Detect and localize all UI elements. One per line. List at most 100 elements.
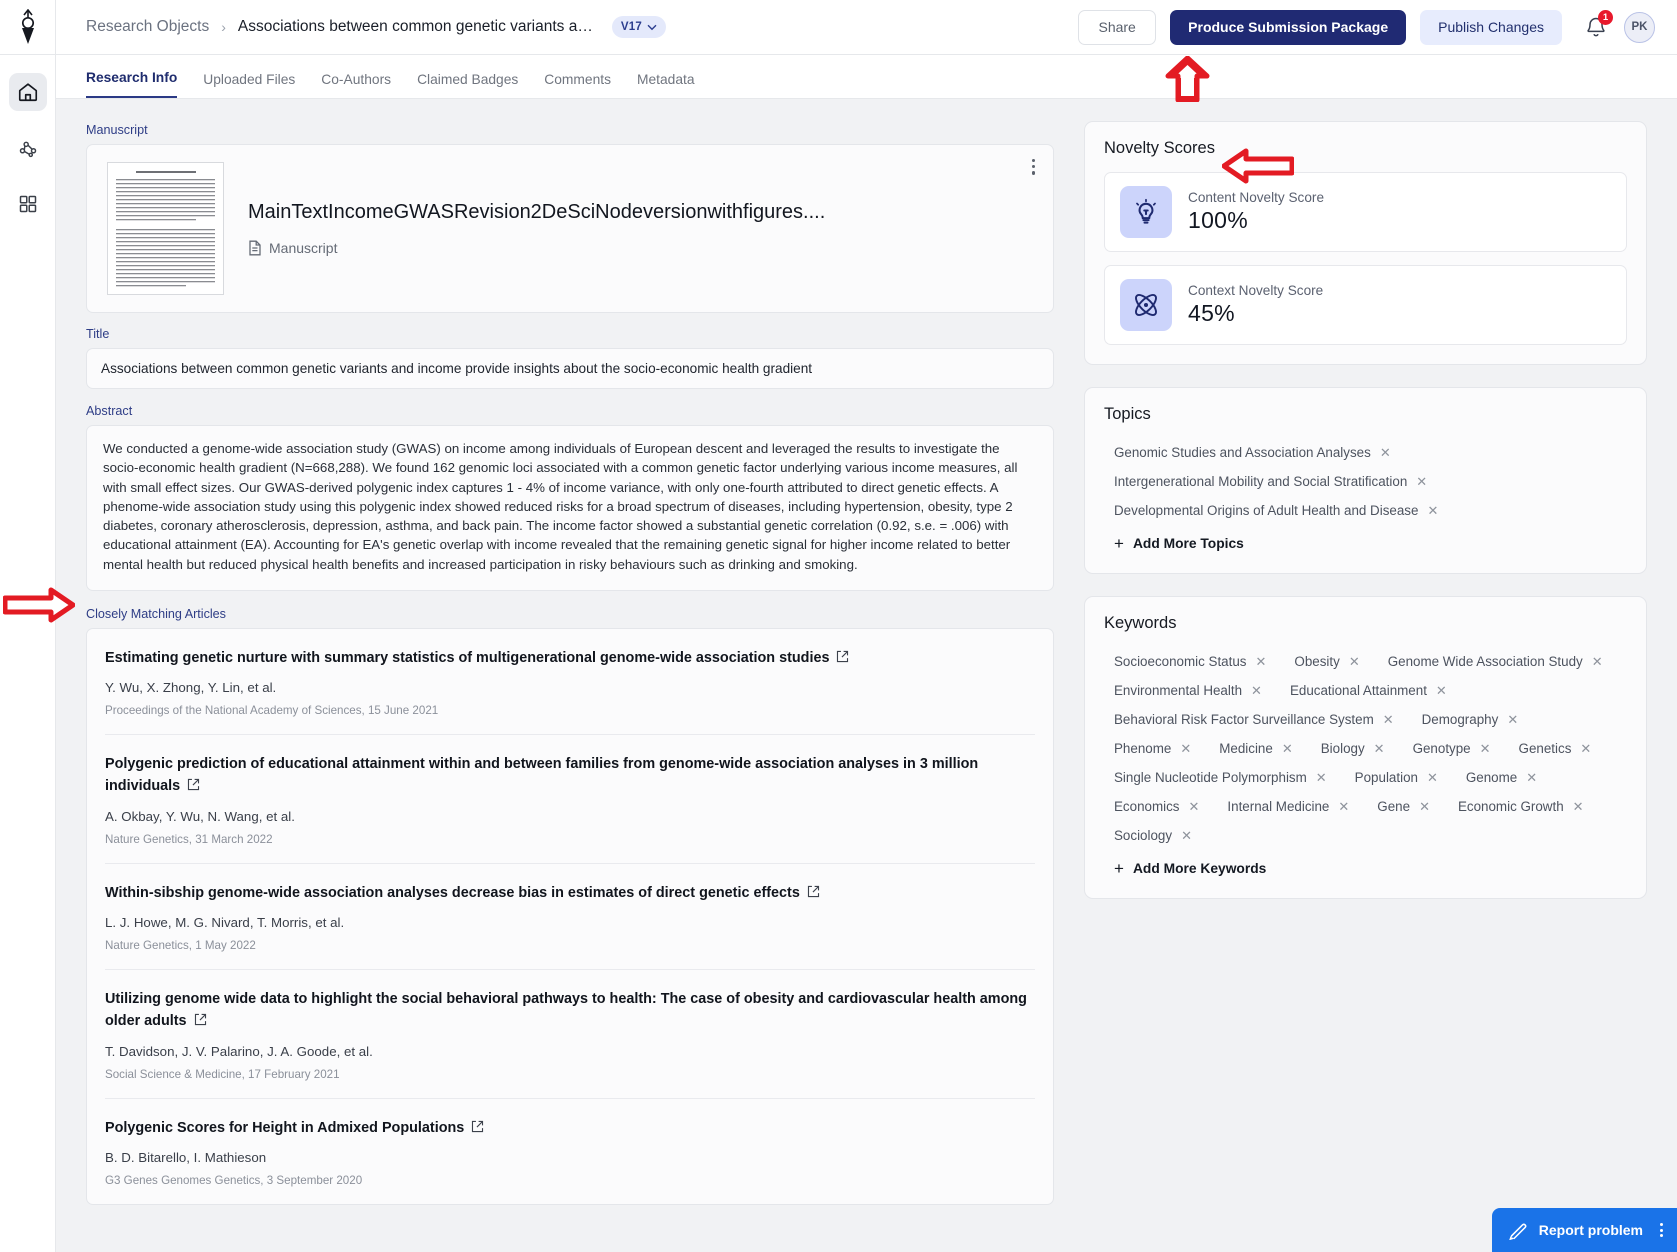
keyword-chip[interactable]: Biology ✕: [1311, 734, 1395, 763]
more-options-icon[interactable]: [1660, 1222, 1663, 1238]
article-source: Nature Genetics, 31 March 2022: [105, 832, 273, 846]
avatar[interactable]: PK: [1624, 11, 1655, 43]
remove-icon[interactable]: ✕: [1416, 475, 1427, 488]
keyword-chip[interactable]: Population ✕: [1345, 763, 1448, 792]
article-title[interactable]: Within-sibship genome-wide association a…: [105, 885, 800, 901]
article-title[interactable]: Polygenic Scores for Height in Admixed P…: [105, 1120, 464, 1136]
abstract-field[interactable]: We conducted a genome-wide association s…: [86, 425, 1054, 591]
topic-chip[interactable]: Intergenerational Mobility and Social St…: [1104, 467, 1437, 496]
keyword-chip[interactable]: Genetics ✕: [1509, 734, 1602, 763]
remove-icon[interactable]: ✕: [1480, 742, 1491, 755]
research-info-column: Manuscript MainTextIncomeGWASRevision2De…: [86, 121, 1054, 1252]
topic-label: Intergenerational Mobility and Social St…: [1114, 474, 1408, 489]
remove-icon[interactable]: ✕: [1316, 771, 1327, 784]
article-title[interactable]: Polygenic prediction of educational atta…: [105, 756, 978, 794]
list-item[interactable]: Polygenic prediction of educational atta…: [105, 735, 1035, 864]
notifications-button[interactable]: 1: [1584, 10, 1613, 39]
keyword-chip[interactable]: Single Nucleotide Polymorphism ✕: [1104, 763, 1337, 792]
remove-icon[interactable]: ✕: [1374, 742, 1385, 755]
keyword-chip[interactable]: Educational Attainment ✕: [1280, 676, 1457, 705]
list-item[interactable]: Utilizing genome wide data to highlight …: [105, 970, 1035, 1099]
keyword-chip[interactable]: Economics ✕: [1104, 792, 1209, 821]
keyword-label: Obesity: [1294, 654, 1340, 669]
manuscript-card[interactable]: MainTextIncomeGWASRevision2DeSciNodevers…: [86, 144, 1054, 313]
remove-icon[interactable]: ✕: [1380, 446, 1391, 459]
external-link-icon[interactable]: [194, 1013, 207, 1031]
keyword-chip[interactable]: Genome ✕: [1456, 763, 1547, 792]
tab-uploaded-files[interactable]: Uploaded Files: [203, 72, 295, 98]
manuscript-more-options-icon[interactable]: [1031, 159, 1035, 175]
topic-chip[interactable]: Developmental Origins of Adult Health an…: [1104, 496, 1448, 525]
remove-icon[interactable]: ✕: [1338, 800, 1349, 813]
tab-research-info[interactable]: Research Info: [86, 70, 178, 98]
publish-changes-button[interactable]: Publish Changes: [1420, 9, 1562, 45]
version-selector[interactable]: V17: [611, 16, 666, 38]
keyword-label: Genetics: [1518, 741, 1572, 756]
keyword-chip[interactable]: Internal Medicine ✕: [1217, 792, 1359, 821]
remove-icon[interactable]: ✕: [1256, 655, 1267, 668]
sidebar-item-nodes[interactable]: [9, 129, 47, 167]
remove-icon[interactable]: ✕: [1282, 742, 1293, 755]
remove-icon[interactable]: ✕: [1427, 504, 1438, 517]
external-link-icon[interactable]: [187, 778, 200, 796]
keyword-chip[interactable]: Gene ✕: [1367, 792, 1440, 821]
keyword-chip[interactable]: Genome Wide Association Study ✕: [1378, 647, 1613, 676]
remove-icon[interactable]: ✕: [1181, 829, 1192, 842]
list-item[interactable]: Polygenic Scores for Height in Admixed P…: [105, 1099, 1035, 1205]
keywords-list: Socioeconomic Status ✕ Obesity ✕ Genome Wi…: [1104, 647, 1627, 850]
list-item[interactable]: Within-sibship genome-wide association a…: [105, 864, 1035, 971]
content-area: Manuscript MainTextIncomeGWASRevision2De…: [56, 99, 1677, 1252]
remove-icon[interactable]: ✕: [1436, 684, 1447, 697]
share-button[interactable]: Share: [1078, 9, 1157, 45]
chevron-down-icon: [647, 24, 657, 30]
keyword-chip[interactable]: Obesity ✕: [1284, 647, 1369, 676]
keyword-chip[interactable]: Behavioral Risk Factor Surveillance Syst…: [1104, 705, 1404, 734]
remove-icon[interactable]: ✕: [1251, 684, 1262, 697]
external-link-icon[interactable]: [807, 885, 820, 903]
keyword-chip[interactable]: Phenome ✕: [1104, 734, 1201, 763]
tab-co-authors[interactable]: Co-Authors: [321, 72, 391, 98]
keyword-chip[interactable]: Genotype ✕: [1403, 734, 1501, 763]
article-source: Social Science & Medicine, 17 February 2…: [105, 1067, 340, 1081]
grid-apps-icon: [19, 195, 36, 213]
remove-icon[interactable]: ✕: [1180, 742, 1191, 755]
external-link-icon[interactable]: [836, 650, 849, 668]
keyword-chip[interactable]: Economic Growth ✕: [1448, 792, 1594, 821]
remove-icon[interactable]: ✕: [1189, 800, 1200, 813]
manuscript-preview-icon: [108, 163, 223, 294]
remove-icon[interactable]: ✕: [1419, 800, 1430, 813]
sidebar-item-home[interactable]: [8, 73, 47, 111]
tab-metadata[interactable]: Metadata: [637, 72, 695, 98]
external-link-icon[interactable]: [471, 1120, 484, 1138]
remove-icon[interactable]: ✕: [1573, 800, 1584, 813]
app-logo[interactable]: [0, 0, 55, 55]
keyword-chip[interactable]: Demography ✕: [1412, 705, 1529, 734]
keyword-chip[interactable]: Sociology ✕: [1104, 821, 1202, 850]
topics-title: Topics: [1104, 405, 1151, 423]
produce-submission-package-button[interactable]: Produce Submission Package: [1170, 9, 1407, 45]
article-title[interactable]: Estimating genetic nurture with summary …: [105, 650, 829, 666]
add-more-topics-button[interactable]: + Add More Topics: [1114, 535, 1244, 552]
remove-icon[interactable]: ✕: [1592, 655, 1603, 668]
topic-chip[interactable]: Genomic Studies and Association Analyses…: [1104, 438, 1401, 467]
remove-icon[interactable]: ✕: [1580, 742, 1591, 755]
topics-list: Genomic Studies and Association Analyses…: [1104, 438, 1627, 525]
title-field[interactable]: Associations between common genetic vari…: [86, 348, 1054, 389]
breadcrumb-root[interactable]: Research Objects: [86, 18, 209, 36]
report-problem-button[interactable]: Report problem: [1491, 1208, 1677, 1252]
keyword-chip[interactable]: Socioeconomic Status ✕: [1104, 647, 1276, 676]
tab-comments[interactable]: Comments: [544, 72, 611, 98]
topic-label: Genomic Studies and Association Analyses: [1114, 445, 1371, 460]
sidebar-item-apps[interactable]: [9, 185, 47, 223]
add-more-keywords-button[interactable]: + Add More Keywords: [1114, 860, 1266, 877]
remove-icon[interactable]: ✕: [1349, 655, 1360, 668]
remove-icon[interactable]: ✕: [1427, 771, 1438, 784]
tab-claimed-badges[interactable]: Claimed Badges: [417, 72, 518, 98]
remove-icon[interactable]: ✕: [1383, 713, 1394, 726]
keyword-chip[interactable]: Environmental Health ✕: [1104, 676, 1272, 705]
remove-icon[interactable]: ✕: [1507, 713, 1518, 726]
remove-icon[interactable]: ✕: [1526, 771, 1537, 784]
keyword-chip[interactable]: Medicine ✕: [1209, 734, 1303, 763]
list-item[interactable]: Estimating genetic nurture with summary …: [105, 629, 1035, 736]
article-title[interactable]: Utilizing genome wide data to highlight …: [105, 991, 1027, 1029]
